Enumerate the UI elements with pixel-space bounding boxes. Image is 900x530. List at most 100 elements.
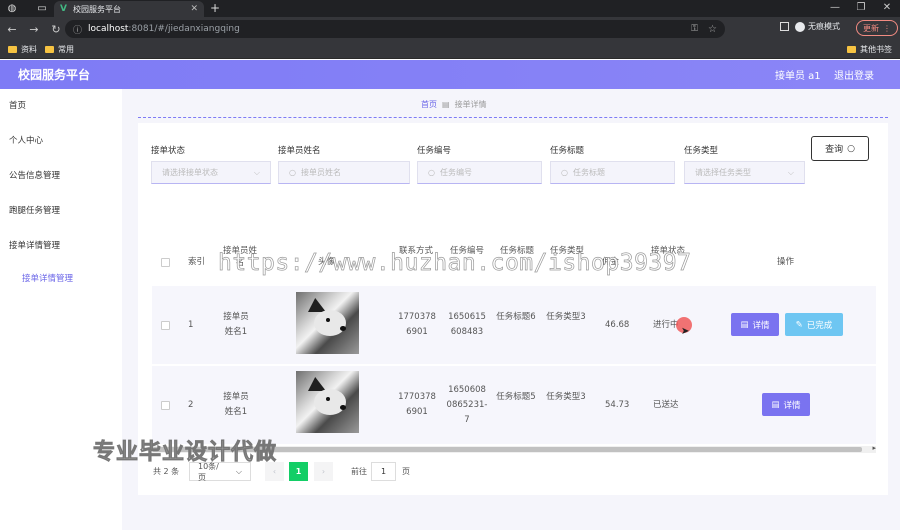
other-bookmarks-label: 其他书签: [860, 45, 892, 54]
image-detail: [326, 397, 330, 401]
query-button[interactable]: 查询 ○: [811, 136, 869, 161]
status-placeholder: 请选择接单状态: [162, 168, 218, 177]
sidebar-item-orders[interactable]: 接单详情管理: [9, 239, 60, 251]
cell-taskno: 1650615608483: [448, 312, 486, 337]
breadcrumb: 首页 ▤ 接单详情: [421, 99, 487, 110]
page-number-current[interactable]: 1: [289, 462, 308, 481]
address-bar: ← → ↻ ⓘ localhost:8081/#/jiedanxiangqing…: [0, 17, 900, 41]
browser-tab-active[interactable]: V 校园服务平台 ✕: [54, 1, 204, 17]
site-info-icon[interactable]: ⓘ: [73, 23, 82, 36]
window-close-icon[interactable]: ✕: [874, 0, 900, 16]
cell-status: 已送达: [653, 400, 679, 410]
cell-index: 1: [188, 320, 194, 330]
app-title: 校园服务平台: [18, 68, 91, 82]
cell-taskno: 16506080865231-7: [446, 385, 488, 425]
document-icon: ▤: [740, 319, 749, 330]
filter-label-tasktype: 任务类型: [684, 146, 719, 156]
back-arrow-icon[interactable]: ←: [2, 23, 22, 36]
scroll-right-icon[interactable]: ▸: [872, 444, 876, 452]
window-controls: — ❐ ✕: [822, 0, 900, 16]
sidebar-item-errands[interactable]: 跑腿任务管理: [9, 204, 60, 216]
next-page-button[interactable]: ›: [314, 462, 333, 481]
search-icon: ○: [289, 168, 296, 177]
minimize-icon[interactable]: —: [822, 0, 848, 16]
url-path: :8081/#/jiedanxiangqing: [128, 24, 240, 34]
name-input[interactable]: ○ 接单员姓名: [278, 161, 410, 184]
sidebar-item-home[interactable]: 首页: [9, 99, 26, 111]
edit-icon: ✎: [795, 319, 803, 330]
url-field[interactable]: ⓘ localhost:8081/#/jiedanxiangqing ⚿ ☆: [65, 20, 725, 38]
more-vert-icon: ⋮: [883, 23, 891, 33]
url-text: localhost:8081/#/jiedanxiangqing: [88, 24, 240, 34]
detail-button[interactable]: ▤ 详情: [762, 393, 810, 416]
update-button[interactable]: 更新 ⋮: [856, 20, 898, 36]
cell-status: 进行中: [653, 320, 679, 330]
select-all-checkbox[interactable]: [161, 258, 170, 267]
cell-tasktype: 任务类型3: [546, 392, 586, 402]
bookmark-folder-1[interactable]: 资料: [8, 44, 37, 55]
tasktitle-input[interactable]: ○ 任务标题: [550, 161, 675, 184]
sidebar-item-notices[interactable]: 公告信息管理: [9, 169, 60, 181]
detail-label: 详情: [783, 400, 801, 411]
other-bookmarks[interactable]: 其他书签: [847, 44, 892, 55]
complete-label: 已完成: [806, 320, 833, 331]
detail-label: 详情: [752, 320, 770, 331]
image-detail: [340, 326, 346, 331]
browser-menu-icon[interactable]: ◍: [4, 3, 20, 14]
filter-label-tasktitle: 任务标题: [550, 146, 585, 156]
sidebar-item-profile[interactable]: 个人中心: [9, 134, 43, 146]
update-label: 更新: [863, 23, 879, 33]
folder-icon: [8, 46, 17, 53]
name-placeholder: 接单员姓名: [300, 168, 341, 177]
browser-tab-inactive-icon[interactable]: ▭: [34, 3, 50, 14]
tasktitle-placeholder: 任务标题: [572, 168, 605, 177]
browser-tabbar: ◍ ▭ V 校园服务平台 ✕ + — ❐ ✕: [0, 0, 900, 17]
goto-label: 前往: [351, 467, 367, 476]
logout-link[interactable]: 退出登录: [834, 67, 874, 82]
th-ops: 操作: [777, 257, 795, 267]
search-icon: ○: [847, 143, 855, 154]
bookmark-label: 资料: [21, 45, 37, 54]
row-checkbox[interactable]: [161, 321, 170, 330]
taskno-input[interactable]: ○ 任务编号: [417, 161, 542, 184]
incognito-indicator[interactable]: 无痕模式: [795, 21, 840, 32]
breadcrumb-home[interactable]: 首页: [421, 99, 437, 110]
sidebar-subitem-orders[interactable]: 接单详情管理: [22, 272, 73, 284]
cell-tasktype: 任务类型3: [546, 312, 586, 322]
tasktype-placeholder: 请选择任务类型: [695, 168, 751, 177]
tasktype-select[interactable]: 请选择任务类型 ⌵: [684, 161, 805, 184]
side-panel-icon[interactable]: [780, 22, 789, 31]
new-tab-icon[interactable]: +: [210, 1, 220, 15]
incognito-icon: [795, 21, 805, 32]
image-detail: [326, 318, 330, 322]
key-icon[interactable]: ⚿: [691, 24, 698, 34]
breadcrumb-separator-icon: ▤: [442, 100, 450, 109]
image-detail: [314, 310, 346, 336]
mouse-cursor-indicator: ➤: [676, 317, 692, 337]
document-icon: ▤: [771, 399, 780, 410]
detail-button[interactable]: ▤ 详情: [731, 313, 779, 336]
breadcrumb-current: 接单详情: [454, 100, 487, 109]
cell-index: 2: [188, 400, 194, 410]
bookmark-star-icon[interactable]: ☆: [708, 24, 717, 35]
reload-icon[interactable]: ↻: [46, 23, 66, 36]
watermark-url: https://www.huzhan.com/ishop39397: [218, 250, 692, 277]
restore-icon[interactable]: ❐: [848, 0, 874, 16]
watermark-slogan: 专业毕业设计代做: [93, 440, 278, 466]
chevron-down-icon: ⌵: [235, 466, 242, 476]
status-select[interactable]: 请选择接单状态 ⌵: [151, 161, 271, 184]
vue-logo-icon: V: [60, 4, 67, 14]
divider: [138, 117, 888, 118]
tab-close-icon[interactable]: ✕: [190, 4, 198, 14]
goto-page-input[interactable]: 1: [371, 462, 396, 481]
forward-arrow-icon[interactable]: →: [24, 23, 44, 36]
chevron-right-icon: ›: [321, 467, 326, 476]
bookmark-folder-2[interactable]: 常用: [45, 44, 74, 55]
complete-button[interactable]: ✎ 已完成: [785, 313, 843, 336]
folder-icon: [847, 46, 856, 53]
app-header: 校园服务平台 接单员 a1 退出登录: [0, 60, 900, 89]
avatar-image: [296, 371, 359, 433]
row-checkbox[interactable]: [161, 401, 170, 410]
cell-name: 接单员姓名1: [223, 392, 249, 417]
current-user: 接单员 a1: [775, 71, 821, 82]
